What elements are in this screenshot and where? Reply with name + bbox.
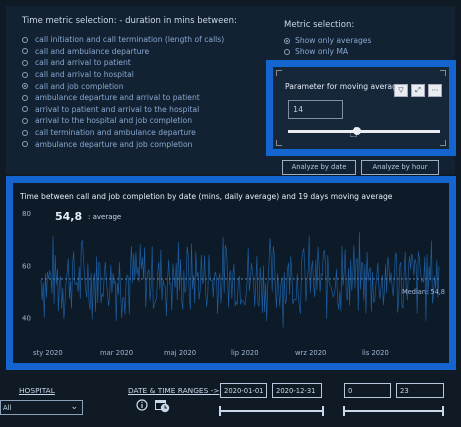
date-time-ranges-label: DATE & TIME RANGES -> — [128, 386, 220, 395]
radio-button[interactable] — [22, 94, 28, 101]
kpi-label: : average — [88, 213, 121, 221]
date-slider-start-handle[interactable] — [219, 406, 221, 416]
calendar-clock-icon[interactable] — [154, 398, 170, 413]
x-tick-label: lis 2020 — [362, 349, 389, 357]
option-label: Show only averages — [295, 36, 372, 45]
radio-button[interactable] — [22, 141, 28, 148]
resize-handle[interactable] — [276, 70, 282, 76]
hospital-value: All — [3, 404, 12, 412]
radio-button[interactable] — [284, 48, 290, 55]
info-icon[interactable] — [136, 399, 148, 411]
y-tick-label: 40 — [22, 315, 31, 323]
time-metric-option[interactable]: arrival to the hospital and job completi… — [22, 115, 224, 127]
radio-button[interactable] — [22, 36, 28, 43]
option-label: Show only MA — [295, 47, 349, 56]
option-label: call and arrival to patient — [35, 58, 131, 68]
hospital-label: HOSPITAL — [19, 386, 55, 395]
series-line — [40, 232, 440, 328]
hour-from-input[interactable]: 0 — [344, 383, 391, 398]
option-label: call and arrival to hospital — [35, 70, 134, 80]
more-options-icon[interactable]: ⋯ — [428, 84, 442, 97]
kpi-value: 54,8 — [55, 210, 82, 223]
line-chart-visual[interactable]: Time between call and job completion by … — [6, 176, 456, 370]
time-metric-title: Time metric selection: - duration in min… — [22, 16, 237, 26]
option-label: arrival to patient and arrival to the ho… — [35, 104, 200, 114]
radio-button[interactable] — [22, 129, 28, 136]
x-tick-label: maj 2020 — [164, 349, 196, 357]
x-tick-label: lip 2020 — [231, 349, 259, 357]
time-metric-radio-group: call initiation and call termination (le… — [22, 34, 224, 150]
parameter-slider-track[interactable] — [288, 130, 440, 133]
time-metric-option[interactable]: call and job completion — [22, 80, 224, 92]
x-tick-label: mar 2020 — [100, 349, 133, 357]
hospital-dropdown[interactable]: All ⌄ — [0, 400, 83, 415]
metric-selection-radio-group: Show only averages Show only MA — [284, 35, 371, 57]
radio-button[interactable] — [22, 106, 28, 113]
option-label: ambulance departure and job completion — [35, 139, 193, 149]
resize-handle[interactable] — [440, 70, 446, 76]
option-label: call initiation and call termination (le… — [35, 35, 225, 45]
hour-to-input[interactable]: 23 — [396, 383, 444, 398]
chart-title: Time between call and job completion by … — [19, 192, 393, 201]
radio-button[interactable] — [22, 48, 28, 55]
x-tick-label: wrz 2020 — [295, 349, 326, 357]
chart-canvas: Time between call and job completion by … — [19, 192, 445, 357]
hand-cursor-icon: ☝ — [349, 125, 358, 141]
radio-button[interactable] — [22, 117, 28, 124]
time-metric-option[interactable]: call termination and ambulance departure — [22, 127, 224, 139]
parameter-slicer[interactable]: Parameter for moving average ▽ ⤢ ⋯ 14 ☝ — [266, 60, 456, 156]
resize-handle[interactable] — [276, 140, 282, 146]
option-label: call and job completion — [35, 81, 124, 91]
metric-option[interactable]: Show only MA — [284, 46, 371, 57]
time-metric-option[interactable]: call and arrival to patient — [22, 57, 224, 69]
date-range-slider[interactable] — [220, 410, 324, 412]
option-label: ambulance departure and arrival to patie… — [35, 93, 200, 103]
analyze-by-hour-button[interactable]: Analyze by hour — [361, 160, 439, 175]
analyze-by-date-button[interactable]: Analyze by date — [282, 160, 356, 175]
option-label: call termination and ambulance departure — [35, 128, 196, 138]
chevron-down-icon: ⌄ — [70, 402, 78, 412]
radio-button[interactable] — [284, 37, 290, 44]
resize-handle[interactable] — [440, 140, 446, 146]
y-tick-label: 60 — [22, 262, 31, 270]
time-metric-option[interactable]: arrival to patient and arrival to the ho… — [22, 104, 224, 116]
date-slider-end-handle[interactable] — [322, 406, 324, 416]
time-metric-option[interactable]: call and ambulance departure — [22, 46, 224, 58]
x-tick-label: sty 2020 — [33, 349, 63, 357]
radio-button[interactable] — [22, 59, 28, 66]
radio-button[interactable] — [22, 71, 28, 78]
parameter-title: Parameter for moving average — [285, 82, 402, 91]
filter-icon[interactable]: ▽ — [394, 84, 408, 97]
metric-option[interactable]: Show only averages — [284, 35, 371, 46]
time-metric-option[interactable]: call and arrival to hospital — [22, 69, 224, 81]
time-metric-option[interactable]: ambulance departure and arrival to patie… — [22, 92, 224, 104]
hour-range-slider[interactable] — [344, 410, 444, 412]
y-tick-label: 80 — [22, 210, 31, 218]
median-label: Median: 54,8 — [402, 288, 445, 296]
parameter-value-input[interactable]: 14 — [288, 100, 343, 119]
option-label: call and ambulance departure — [35, 46, 150, 56]
option-label: arrival to the hospital and job completi… — [35, 116, 193, 126]
time-metric-option[interactable]: ambulance departure and job completion — [22, 138, 224, 150]
hour-slider-end-handle[interactable] — [442, 406, 444, 416]
date-from-input[interactable]: 2020-01-01 — [220, 383, 267, 398]
time-metric-option[interactable]: call initiation and call termination (le… — [22, 34, 224, 46]
radio-button[interactable] — [22, 83, 28, 90]
metric-selection-title: Metric selection: — [284, 20, 355, 30]
focus-mode-icon[interactable]: ⤢ — [411, 84, 425, 97]
date-to-input[interactable]: 2020-12-31 — [272, 383, 322, 398]
hour-slider-start-handle[interactable] — [343, 406, 345, 416]
